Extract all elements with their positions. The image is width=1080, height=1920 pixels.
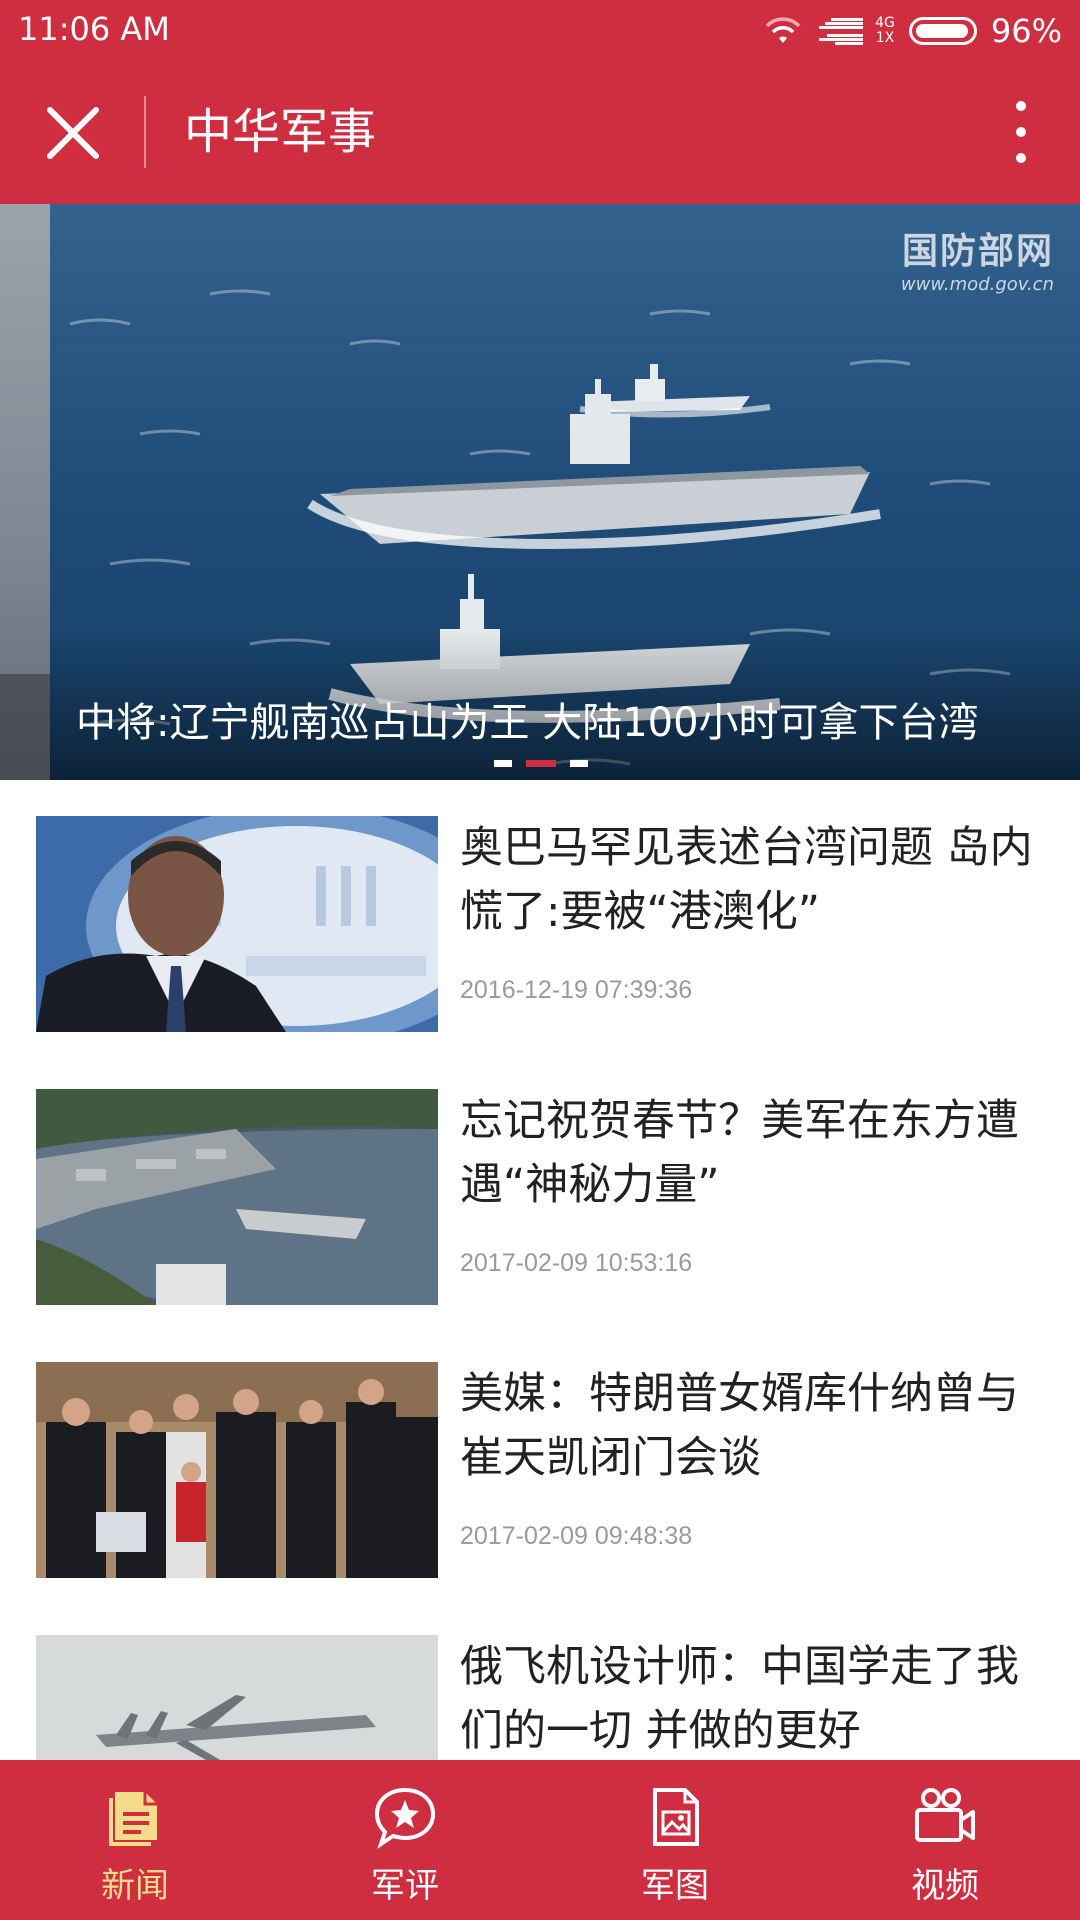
status-indicators: 4G 1X 96% [763,10,1062,52]
watermark-url: www.mod.gov.cn [900,274,1054,295]
news-title[interactable]: 俄飞机设计师：中国学走了我们的一切 并做的更好 [460,1635,1050,1760]
nav-item-gallery[interactable]: 军图 [540,1760,810,1920]
nav-label: 军评 [371,1866,439,1906]
more-vertical-icon[interactable] [998,92,1044,172]
status-time: 11:06 AM [18,10,170,48]
comment-star-icon [374,1787,436,1849]
network-1x-label: 1X [875,30,895,46]
news-icon [109,1792,157,1846]
news-title[interactable]: 忘记祝贺春节？美军在东方遭遇“神秘力量” [460,1089,1050,1217]
news-title[interactable]: 美媒：特朗普女婿库什纳曾与崔天凯闭门会谈 [460,1362,1050,1490]
network-4g-label: 4G [875,15,895,31]
cell-signal-icon [819,18,864,45]
banner-carousel[interactable]: 国防部网 www.mod.gov.cn 中将:辽宁舰南巡占山为王 大陆100小时… [0,204,1080,780]
banner-caption[interactable]: 中将:辽宁舰南巡占山为王 大陆100小时可拿下台湾 [76,690,979,748]
carousel-dot[interactable] [526,760,556,767]
battery-icon [908,17,977,45]
nav-item-comment[interactable]: 军评 [270,1760,540,1920]
nav-label: 视频 [911,1866,979,1906]
news-timestamp: 2017-02-09 10:53:16 [460,1249,693,1277]
watermark-logo-text: 国防部网 [901,231,1054,272]
battery-percent: 96% [990,12,1062,50]
status-bar: 11:06 AM 4G 1X 96% [0,0,1080,62]
video-camera-icon [915,1788,975,1842]
news-item[interactable]: 奥巴马罕见表述台湾问题 岛内慌了:要被“港澳化” 2016-12-19 07:3… [0,780,1080,1052]
nav-label: 新闻 [101,1866,169,1906]
news-timestamp: 2017-02-09 09:48:38 [460,1522,693,1550]
news-list: 奥巴马罕见表述台湾问题 岛内慌了:要被“港澳化” 2016-12-19 07:3… [0,780,1080,1760]
banner-watermark: 国防部网 www.mod.gov.cn [901,222,1054,295]
network-type: 4G 1X [875,16,895,46]
news-thumbnail [36,1089,438,1305]
carousel-indicator [494,760,588,767]
nav-item-video[interactable]: 视频 [810,1760,1080,1920]
news-item[interactable]: 俄飞机设计师：中国学走了我们的一切 并做的更好 [0,1599,1080,1760]
close-icon[interactable] [40,100,106,166]
news-timestamp: 2016-12-19 07:39:36 [460,976,693,1004]
app-bar-divider [144,96,146,168]
news-thumbnail [36,1635,438,1760]
page-title: 中华军事 [184,104,377,160]
news-title[interactable]: 奥巴马罕见表述台湾问题 岛内慌了:要被“港澳化” [460,816,1050,944]
news-item[interactable]: 美媒：特朗普女婿库什纳曾与崔天凯闭门会谈 2017-02-09 09:48:38 [0,1326,1080,1598]
wifi-icon [765,17,801,43]
previous-slide-caption-peek [0,674,50,780]
nav-label: 军图 [641,1866,709,1906]
nav-item-news[interactable]: 新闻 [0,1760,270,1920]
news-item[interactable]: 忘记祝贺春节？美军在东方遭遇“神秘力量” 2017-02-09 10:53:16 [0,1053,1080,1325]
news-thumbnail [36,1362,438,1578]
carousel-dot[interactable] [570,760,588,767]
carousel-dot[interactable] [494,760,512,767]
bottom-navigation: 新闻 军评 军图 视频 [0,1760,1080,1920]
gallery-icon [653,1788,699,1846]
battery-level [915,24,968,38]
app-bar: 中华军事 [0,62,1080,204]
news-thumbnail [36,816,438,1032]
